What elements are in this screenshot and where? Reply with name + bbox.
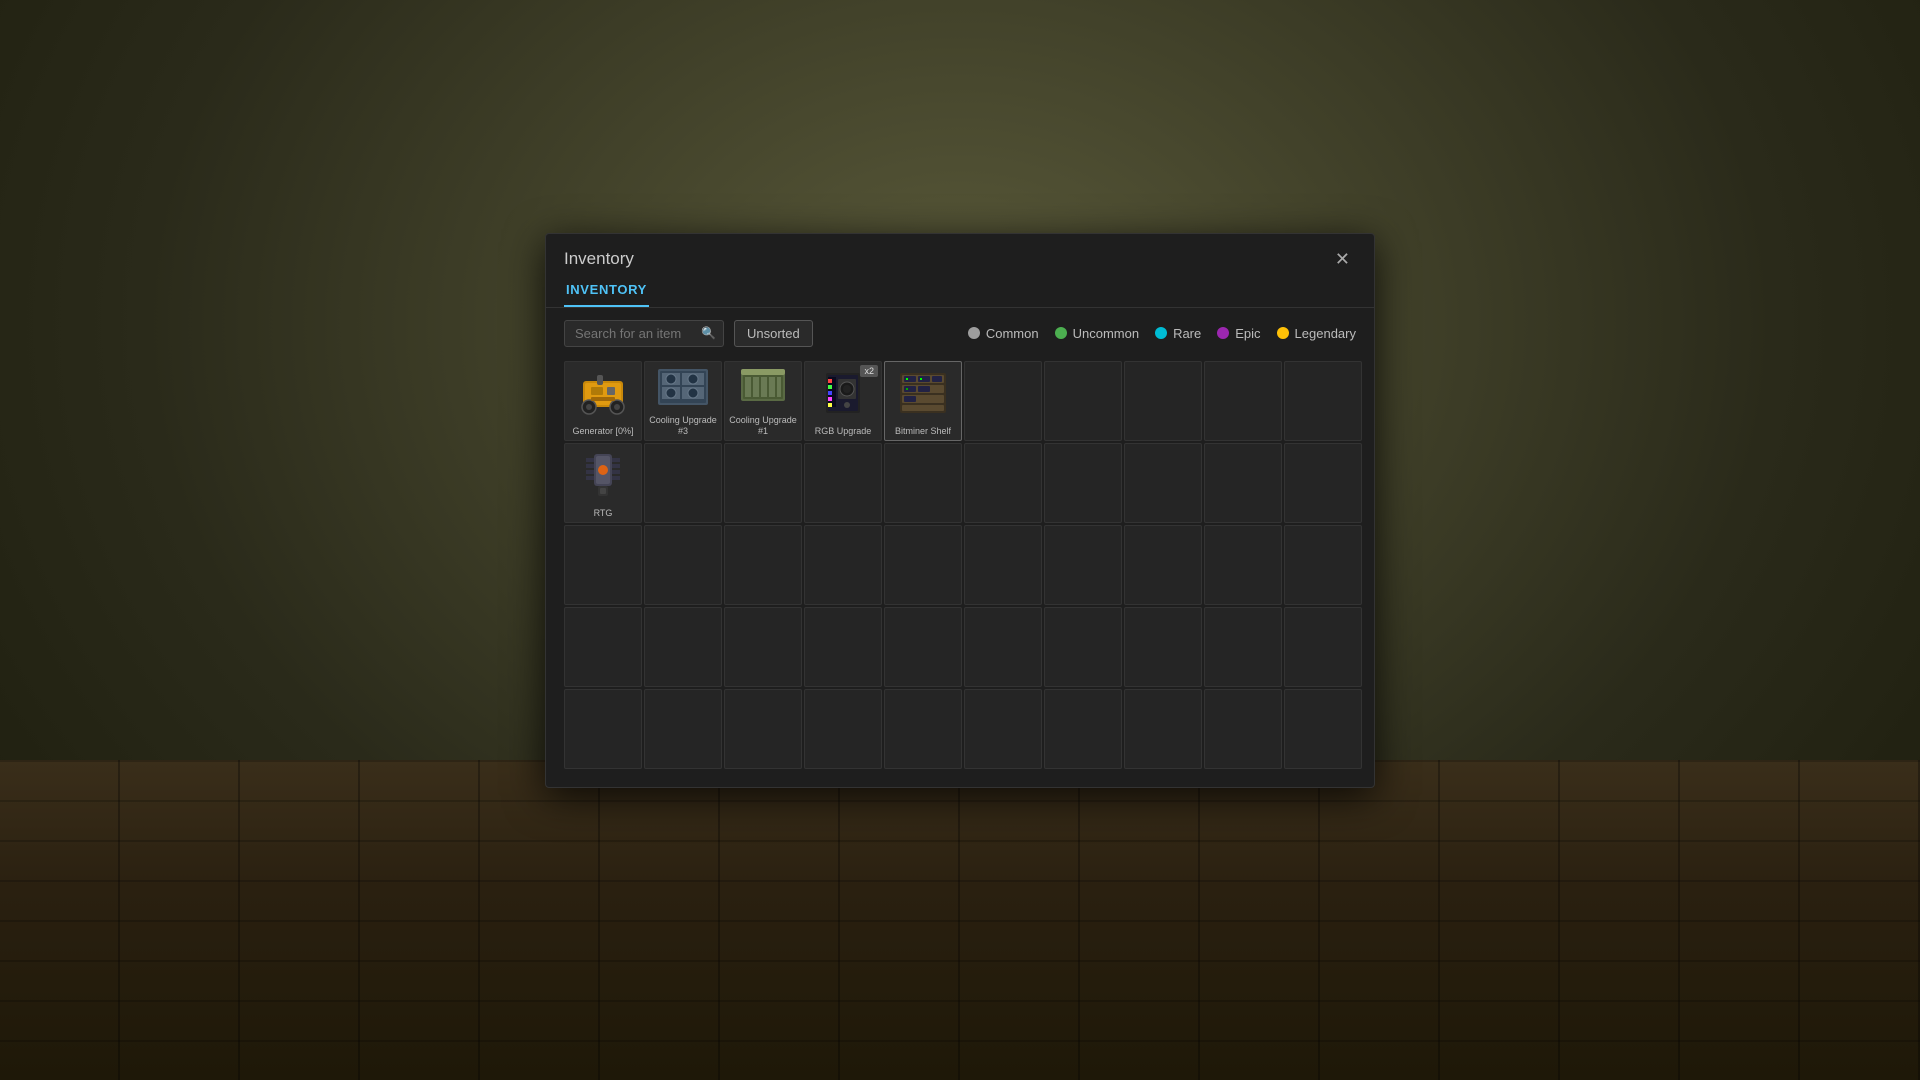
search-icon: 🔍: [701, 326, 716, 340]
grid-slot-4[interactable]: Bitminer Shelf Bitminer Shelf Shelf used…: [884, 361, 962, 441]
rtg-label: RTG: [592, 506, 615, 522]
grid-slot-30[interactable]: [564, 607, 642, 687]
grid-slot-34[interactable]: [884, 607, 962, 687]
rarity-epic[interactable]: Epic: [1217, 326, 1260, 341]
grid-slot-47[interactable]: [1124, 689, 1202, 769]
grid-slot-18[interactable]: [1204, 443, 1282, 523]
rgb-badge: x2: [860, 365, 878, 377]
cooling3-label: Cooling Upgrade #3: [645, 413, 721, 440]
close-button[interactable]: ✕: [1329, 248, 1356, 270]
toolbar: 🔍 Unsorted Common Uncommon Rare: [546, 308, 1374, 359]
generator-icon: [565, 362, 641, 424]
grid-slot-26[interactable]: [1044, 525, 1122, 605]
rgb-label: RGB Upgrade: [813, 424, 874, 440]
tab-inventory[interactable]: INVENTORY: [564, 274, 649, 307]
grid-slot-13[interactable]: [804, 443, 882, 523]
cooling1-label: Cooling Upgrade #1: [725, 413, 801, 440]
tabs-bar: INVENTORY: [546, 274, 1374, 308]
grid-slot-12[interactable]: [724, 443, 802, 523]
search-input[interactable]: [564, 320, 724, 347]
rarity-common[interactable]: Common: [968, 326, 1039, 341]
grid-slot-19[interactable]: [1284, 443, 1362, 523]
rtg-icon: [565, 444, 641, 506]
grid-slot-17[interactable]: [1124, 443, 1202, 523]
grid-slot-48[interactable]: [1204, 689, 1282, 769]
grid-slot-25[interactable]: [964, 525, 1042, 605]
grid-slot-2[interactable]: Cooling Upgrade #1: [724, 361, 802, 441]
grid-slot-20[interactable]: [564, 525, 642, 605]
grid-slot-21[interactable]: [644, 525, 722, 605]
grid-slot-6[interactable]: [1044, 361, 1122, 441]
shelf-icon: [885, 362, 961, 424]
grid-slot-41[interactable]: [644, 689, 722, 769]
modal-overlay: Inventory ✕ INVENTORY 🔍 Unsorted Common …: [0, 0, 1920, 1080]
modal-title: Inventory: [564, 249, 634, 269]
rarity-rare[interactable]: Rare: [1155, 326, 1201, 341]
grid-slot-9[interactable]: [1284, 361, 1362, 441]
grid-slot-31[interactable]: [644, 607, 722, 687]
inventory-modal: Inventory ✕ INVENTORY 🔍 Unsorted Common …: [545, 233, 1375, 788]
legendary-dot: [1277, 327, 1289, 339]
grid-slot-11[interactable]: [644, 443, 722, 523]
grid-slot-7[interactable]: [1124, 361, 1202, 441]
modal-header: Inventory ✕: [546, 234, 1374, 270]
common-label: Common: [986, 326, 1039, 341]
grid-slot-15[interactable]: [964, 443, 1042, 523]
filter-button[interactable]: Unsorted: [734, 320, 813, 347]
grid-slot-40[interactable]: [564, 689, 642, 769]
grid-slot-49[interactable]: [1284, 689, 1362, 769]
grid-slot-23[interactable]: [804, 525, 882, 605]
grid-slot-39[interactable]: [1284, 607, 1362, 687]
grid-slot-42[interactable]: [724, 689, 802, 769]
grid-slot-16[interactable]: [1044, 443, 1122, 523]
grid-slot-8[interactable]: [1204, 361, 1282, 441]
common-dot: [968, 327, 980, 339]
epic-label: Epic: [1235, 326, 1260, 341]
grid-slot-38[interactable]: [1204, 607, 1282, 687]
uncommon-label: Uncommon: [1073, 326, 1139, 341]
grid-slot-36[interactable]: [1044, 607, 1122, 687]
grid-slot-33[interactable]: [804, 607, 882, 687]
grid-slot-35[interactable]: [964, 607, 1042, 687]
grid-slot-10[interactable]: RTG: [564, 443, 642, 523]
cooling3-icon: [645, 362, 721, 413]
grid-slot-46[interactable]: [1044, 689, 1122, 769]
generator-label: Generator [0%]: [570, 424, 635, 440]
cooling1-icon: [725, 362, 801, 413]
grid-slot-32[interactable]: [724, 607, 802, 687]
rarity-filters: Common Uncommon Rare Epic Legendary: [968, 326, 1356, 341]
shelf-label: Bitminer Shelf: [893, 424, 953, 440]
epic-dot: [1217, 327, 1229, 339]
grid-slot-45[interactable]: [964, 689, 1042, 769]
grid-slot-0[interactable]: Generator [0%]: [564, 361, 642, 441]
grid-slot-37[interactable]: [1124, 607, 1202, 687]
grid-slot-44[interactable]: [884, 689, 962, 769]
uncommon-dot: [1055, 327, 1067, 339]
rare-label: Rare: [1173, 326, 1201, 341]
grid-slot-27[interactable]: [1124, 525, 1202, 605]
search-wrapper: 🔍: [564, 320, 724, 347]
rarity-uncommon[interactable]: Uncommon: [1055, 326, 1139, 341]
grid-slot-14[interactable]: [884, 443, 962, 523]
grid-slot-29[interactable]: [1284, 525, 1362, 605]
grid-slot-1[interactable]: Cooling Upgrade #3: [644, 361, 722, 441]
grid-slot-28[interactable]: [1204, 525, 1282, 605]
legendary-label: Legendary: [1295, 326, 1356, 341]
grid-slot-3[interactable]: x2: [804, 361, 882, 441]
rarity-legendary[interactable]: Legendary: [1277, 326, 1356, 341]
rare-dot: [1155, 327, 1167, 339]
inventory-grid: Generator [0%]: [546, 359, 1374, 787]
grid-slot-5[interactable]: [964, 361, 1042, 441]
grid-slot-24[interactable]: [884, 525, 962, 605]
grid-slot-43[interactable]: [804, 689, 882, 769]
grid-slot-22[interactable]: [724, 525, 802, 605]
